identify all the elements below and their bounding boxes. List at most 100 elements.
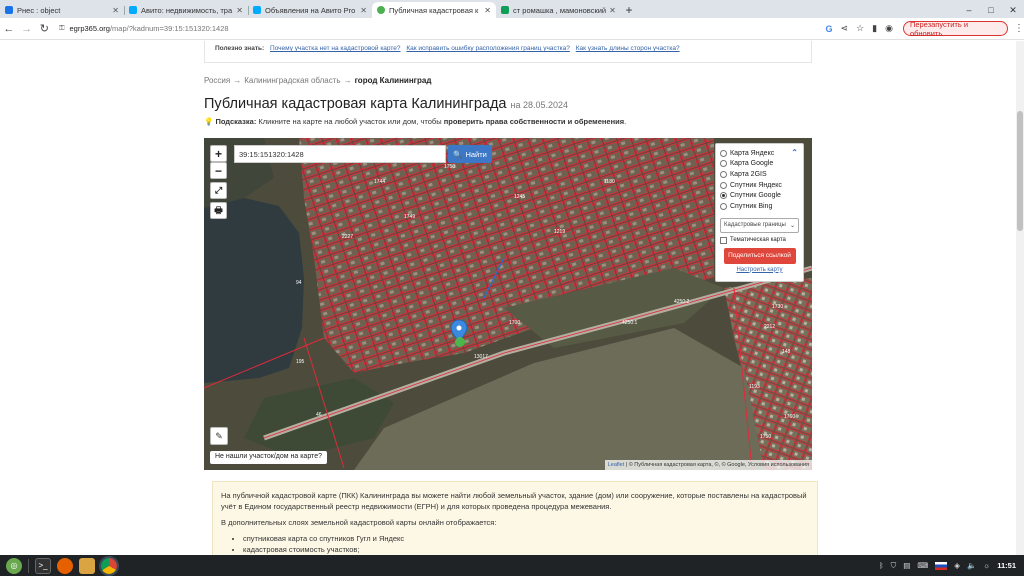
files-folder-icon[interactable] — [79, 557, 95, 574]
tab-title: Объявления на Авито Pro — [265, 5, 356, 15]
url-path: /map/?kadnum=39:15:151320:1428 — [109, 24, 229, 33]
layer-option-google-map[interactable]: Карта Google — [720, 159, 799, 170]
russian-flag-icon[interactable] — [935, 561, 948, 570]
brightness-icon[interactable]: ☼ — [983, 561, 990, 570]
attribution-text: | © Публичная кадастровая карта, ©, © Go… — [625, 462, 809, 468]
terminal-icon[interactable]: >_ — [35, 557, 51, 574]
cadastral-map[interactable]: 94 195 46 4250:2 4250:1 13017 1700 2227 1744 1749… — [204, 138, 812, 470]
tab-avito[interactable]: Авито: недвижимость, тра ✕ — [124, 2, 248, 18]
bluetooth-icon[interactable]: ᛒ — [879, 561, 884, 570]
radio-button[interactable] — [720, 181, 727, 189]
network-icon[interactable]: ◈ — [954, 561, 960, 570]
tab-title: Авито: недвижимость, тра — [141, 5, 233, 15]
back-arrow-icon[interactable]: ← — [0, 23, 18, 35]
radio-button[interactable] — [720, 170, 727, 178]
scrollbar-thumb[interactable] — [1017, 111, 1023, 231]
breadcrumb: Россия → Калининградская область → город Кал… — [204, 76, 431, 85]
volume-icon[interactable]: 🔈 — [967, 561, 976, 570]
breadcrumb-region[interactable]: Калининградская область — [244, 76, 340, 85]
forward-arrow-icon[interactable]: → — [18, 23, 36, 35]
useful-info-bar: Полезно знать: Почему участка нет на кад… — [204, 41, 812, 63]
tab-rnes[interactable]: Рнес : object ✕ — [0, 2, 124, 18]
chevron-up-icon[interactable]: ⌃ — [791, 148, 798, 157]
divider — [28, 558, 29, 573]
info-list: спутниковая карта со спутников Гугл и Ян… — [243, 533, 809, 555]
leaflet-link[interactable]: Leaflet — [608, 462, 625, 468]
pencil-icon[interactable]: ✎ — [210, 427, 228, 445]
parcel-number-label: 2227 — [342, 234, 353, 240]
close-tab-icon[interactable]: ✕ — [481, 6, 491, 15]
profile-icon[interactable]: ◉ — [885, 23, 893, 34]
chevron-down-icon: ⌄ — [789, 222, 795, 229]
print-icon[interactable]: 🖶 — [210, 202, 227, 219]
link-fix-border[interactable]: Как исправить ошибку расположения границ… — [406, 45, 570, 52]
clipboard-icon[interactable]: ▤ — [903, 561, 910, 570]
parcel-number-label: 1749 — [404, 214, 415, 220]
search-icon: 🔍 — [453, 149, 463, 159]
radio-button[interactable] — [720, 149, 727, 157]
tab-cadastral-map[interactable]: Публичная кадастровая к ✕ — [372, 2, 496, 18]
keyboard-icon[interactable]: ⌨ — [917, 561, 928, 570]
sidebar-icon[interactable]: ▮ — [872, 23, 877, 34]
close-window-button[interactable]: ✕ — [1002, 5, 1024, 16]
kebab-menu-icon[interactable]: ⋮ — [1014, 23, 1024, 34]
close-tab-icon[interactable]: ✕ — [233, 6, 243, 15]
mint-menu-icon[interactable]: ◎ — [6, 557, 22, 574]
layer-label: Спутник Google — [730, 192, 781, 200]
clock[interactable]: 11:51 — [997, 561, 1016, 570]
thematic-map-checkbox-row[interactable]: Тематическая карта — [720, 236, 799, 244]
close-tab-icon[interactable]: ✕ — [357, 6, 367, 15]
parcel-number-label: 2212 — [764, 324, 775, 330]
list-item: кадастровая стоимость участков; — [243, 544, 809, 555]
tab-romashka[interactable]: ст ромашка , мамоновский ✕ — [496, 2, 620, 18]
breadcrumb-russia[interactable]: Россия — [204, 76, 230, 85]
close-tab-icon[interactable]: ✕ — [606, 6, 616, 15]
avito-favicon-icon — [253, 6, 261, 14]
zoom-out-button[interactable]: − — [210, 162, 227, 179]
list-item: спутниковая карта со спутников Гугл и Ян… — [243, 533, 809, 544]
layer-option-bing-satellite[interactable]: Спутник Bing — [720, 201, 799, 212]
checkbox[interactable] — [720, 236, 727, 244]
maximize-button[interactable]: □ — [980, 5, 1002, 15]
parcel-number-label: 1180 — [604, 179, 615, 185]
os-taskbar: ◎ >_ ᛒ ⛉ ▤ ⌨ ◈ 🔈 ☼ 11:51 — [0, 555, 1024, 576]
zoom-in-button[interactable]: + — [210, 145, 227, 162]
not-found-button[interactable]: Не нашли участок/дом на карте? — [210, 451, 327, 464]
link-no-parcel[interactable]: Почему участка нет на кадастровой карте? — [270, 45, 401, 52]
google-icon[interactable]: G — [826, 24, 833, 34]
firefox-icon[interactable] — [57, 557, 73, 574]
layer-option-yandex-satellite[interactable]: Спутник Яндекс — [720, 180, 799, 191]
tab-avito-pro[interactable]: Объявления на Авито Pro ✕ — [248, 2, 372, 18]
parcel-number-label: 1700 — [509, 320, 520, 326]
reload-icon[interactable]: ↻ — [35, 22, 53, 35]
radio-button-selected[interactable] — [720, 192, 727, 200]
radio-button[interactable] — [720, 160, 727, 168]
layer-option-google-satellite[interactable]: Спутник Google — [720, 190, 799, 201]
layer-option-yandex-map[interactable]: Карта Яндекс — [720, 148, 799, 159]
configure-map-link[interactable]: Настроить карту — [720, 267, 799, 273]
cadastral-search-input[interactable]: 39:15:151320:1428 — [234, 145, 446, 163]
hint-bold: проверить права собственности и обремене… — [443, 117, 625, 126]
parcel-number-label: 94 — [296, 280, 302, 286]
link-side-lengths[interactable]: Как узнать длины сторон участка? — [576, 45, 680, 52]
layer-option-2gis-map[interactable]: Карта 2GIS — [720, 169, 799, 180]
share-icon[interactable]: ⋖ — [841, 23, 849, 34]
site-info-icon[interactable]: ⚿ — [59, 25, 64, 33]
new-tab-button[interactable]: + — [620, 2, 638, 18]
address-bar[interactable]: ⚿ egrp365.org/map/?kadnum=39:15:151320:1… — [59, 21, 807, 37]
breadcrumb-current: город Калининград — [354, 76, 432, 85]
find-button[interactable]: 🔍 Найти — [448, 145, 492, 163]
bookmark-star-icon[interactable]: ☆ — [856, 23, 864, 34]
updates-icon[interactable]: ⛉ — [891, 561, 897, 571]
minimize-button[interactable]: – — [958, 5, 980, 15]
close-tab-icon[interactable]: ✕ — [109, 6, 119, 15]
relaunch-update-button[interactable]: Перезапустить и обновить — [902, 20, 1008, 38]
radio-button[interactable] — [720, 202, 727, 210]
chrome-icon[interactable] — [99, 555, 119, 576]
parcel-number-label: 1744 — [374, 179, 385, 185]
page-scrollbar[interactable] — [1016, 41, 1024, 555]
share-link-button[interactable]: Поделиться ссылкой — [723, 247, 796, 264]
parcel-number-label: 1219 — [554, 229, 565, 235]
overlay-select[interactable]: Кадастровые границы ⌄ — [720, 217, 799, 233]
fullscreen-icon[interactable]: ⤢ — [210, 182, 227, 199]
